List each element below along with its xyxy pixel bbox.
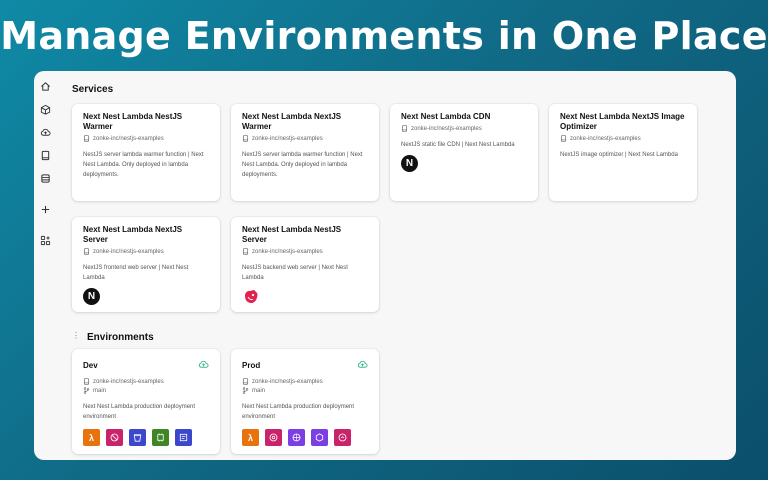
environment-description: Next Nest Lambda production deployment e… xyxy=(83,404,196,420)
cloud-sync-icon[interactable] xyxy=(357,357,368,375)
cloud-upload-icon[interactable] xyxy=(38,125,52,139)
service-repo: zonke-inc/nestjs-examples xyxy=(401,125,527,132)
services-heading: Services xyxy=(72,84,114,95)
cloudwatch-icon[interactable] xyxy=(334,429,351,446)
repo-icon xyxy=(83,135,90,142)
repo-label: zonke-inc/nestjs-examples xyxy=(93,135,164,142)
environment-description: Next Nest Lambda production deployment e… xyxy=(242,404,355,420)
service-description: NextJS server lambda warmer function | N… xyxy=(242,152,363,178)
service-card[interactable]: Next Nest Lambda NextJS Server zonke-inc… xyxy=(72,217,220,312)
vpc-icon[interactable] xyxy=(288,429,305,446)
drag-handle-icon[interactable]: ⋮ xyxy=(72,331,80,340)
service-card[interactable]: Next Nest Lambda NextJS Warmer zonke-inc… xyxy=(231,104,379,201)
repo-label: zonke-inc/nestjs-examples xyxy=(93,378,164,385)
environment-name: Prod xyxy=(242,361,261,370)
service-title: Next Nest Lambda NextJS Image Optimizer xyxy=(560,112,685,131)
repo-icon xyxy=(242,248,249,255)
git-branch-icon xyxy=(242,387,249,394)
nextjs-logo-icon: N xyxy=(401,155,418,172)
repo-icon xyxy=(242,135,249,142)
branch-label: main xyxy=(252,387,266,394)
environment-branch: main xyxy=(242,387,368,394)
environment-branch: main xyxy=(83,387,209,394)
environment-card[interactable]: Prod zonke-inc/nestjs-examples main Next… xyxy=(231,349,379,454)
service-description: NextJS image optimizer | Next Nest Lambd… xyxy=(560,152,678,158)
nestjs-logo-icon xyxy=(242,288,260,306)
service-card[interactable]: Next Nest Lambda NextJS Image Optimizer … xyxy=(549,104,697,201)
page-headline: Manage Environments in One Place xyxy=(0,14,768,58)
service-repo: zonke-inc/nestjs-examples xyxy=(242,135,368,142)
service-icon-row: λ xyxy=(242,429,368,446)
side-rail xyxy=(34,71,56,460)
repo-label: zonke-inc/nestjs-examples xyxy=(252,135,323,142)
rds-icon[interactable] xyxy=(265,429,282,446)
service-description: NestJS server lambda warmer function | N… xyxy=(83,152,204,178)
repo-icon xyxy=(401,125,408,132)
plus-icon[interactable] xyxy=(38,202,52,216)
nextjs-logo-icon: N xyxy=(83,288,100,305)
service-title: Next Nest Lambda NestJS Warmer xyxy=(83,112,183,131)
lambda-icon[interactable]: λ xyxy=(83,429,100,446)
s3-icon[interactable] xyxy=(129,429,146,446)
repo-icon xyxy=(242,378,249,385)
repo-label: zonke-inc/nestjs-examples xyxy=(411,125,482,132)
branch-label: main xyxy=(93,387,107,394)
database-icon[interactable] xyxy=(38,171,52,185)
repo-icon xyxy=(560,135,567,142)
service-description: NextJS static file CDN | Next Nest Lambd… xyxy=(401,142,515,148)
lambda-icon[interactable]: λ xyxy=(242,429,259,446)
service-repo: zonke-inc/nestjs-examples xyxy=(83,135,209,142)
service-repo: zonke-inc/nestjs-examples xyxy=(560,135,686,142)
service-icon-row: λ xyxy=(83,429,209,446)
service-repo: zonke-inc/nestjs-examples xyxy=(83,248,209,255)
repo-icon xyxy=(83,248,90,255)
service-repo: zonke-inc/nestjs-examples xyxy=(242,248,368,255)
ecs-icon[interactable] xyxy=(311,429,328,446)
service-title: Next Nest Lambda CDN xyxy=(401,112,491,121)
environment-repo: zonke-inc/nestjs-examples xyxy=(83,378,209,385)
service-title: Next Nest Lambda NextJS Server xyxy=(83,225,183,244)
repo-icon xyxy=(83,378,90,385)
environment-repo: zonke-inc/nestjs-examples xyxy=(242,378,368,385)
git-branch-icon xyxy=(83,387,90,394)
service-title: Next Nest Lambda NextJS Warmer xyxy=(242,112,342,131)
cloud-sync-icon[interactable] xyxy=(198,357,209,375)
cube-icon[interactable] xyxy=(38,102,52,116)
repo-label: zonke-inc/nestjs-examples xyxy=(570,135,641,142)
environment-name: Dev xyxy=(83,361,98,370)
service-title: Next Nest Lambda NestJS Server xyxy=(242,225,342,244)
app-window: Services Next Nest Lambda NestJS Warmer … xyxy=(34,71,736,460)
main-content: Services Next Nest Lambda NestJS Warmer … xyxy=(72,71,736,460)
service-card[interactable]: Next Nest Lambda NestJS Warmer zonke-inc… xyxy=(72,104,220,201)
home-icon[interactable] xyxy=(38,79,52,93)
repo-label: zonke-inc/nestjs-examples xyxy=(252,378,323,385)
rds-icon[interactable] xyxy=(106,429,123,446)
book-icon[interactable] xyxy=(38,148,52,162)
ec2-icon[interactable] xyxy=(152,429,169,446)
service-description: NextJS frontend web server | Next Nest L… xyxy=(83,265,189,281)
repo-label: zonke-inc/nestjs-examples xyxy=(252,248,323,255)
service-card[interactable]: Next Nest Lambda CDN zonke-inc/nestjs-ex… xyxy=(390,104,538,201)
apps-add-icon[interactable] xyxy=(38,233,52,247)
environments-heading: Environments xyxy=(87,332,154,343)
service-card[interactable]: Next Nest Lambda NestJS Server zonke-inc… xyxy=(231,217,379,312)
environment-card[interactable]: Dev zonke-inc/nestjs-examples main Next … xyxy=(72,349,220,454)
service-description: NestJS backend web server | Next Nest La… xyxy=(242,265,348,281)
repo-label: zonke-inc/nestjs-examples xyxy=(93,248,164,255)
cloudformation-icon[interactable] xyxy=(175,429,192,446)
